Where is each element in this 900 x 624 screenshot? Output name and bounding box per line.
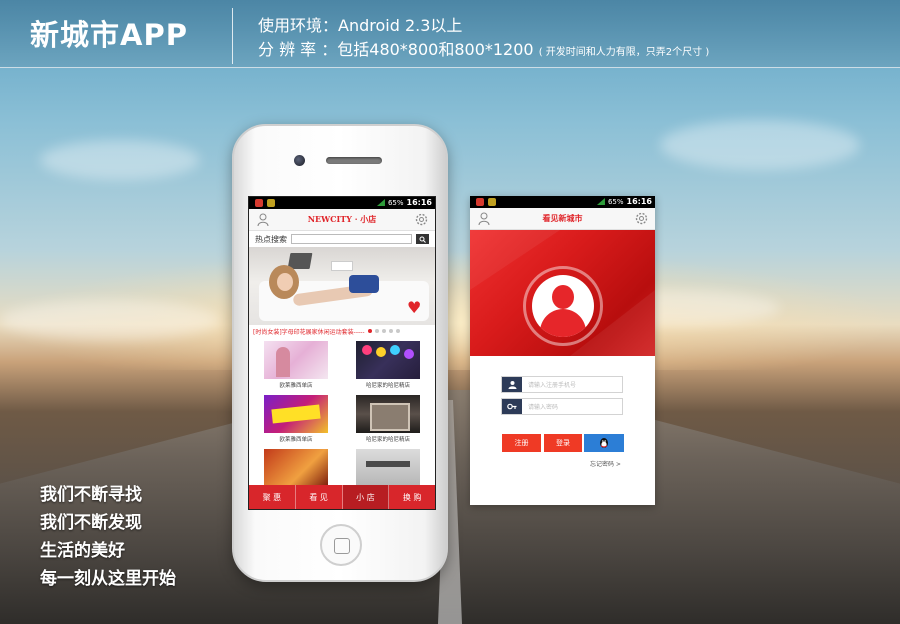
notification-icons: [476, 198, 496, 206]
resolution-note: ( 开发时间和人力有限，只弄2个尺寸 ): [538, 47, 710, 58]
top-banner: 新城市APP 使用环境：Android 2.3以上 分 辨 率 ：包括480*8…: [0, 0, 900, 68]
tab-discover[interactable]: 看 见: [296, 485, 343, 509]
avatar[interactable]: [532, 275, 594, 337]
gear-icon[interactable]: [415, 213, 428, 226]
banner-model-shorts: [349, 275, 379, 293]
cloud: [0, 300, 220, 340]
signal-icon: [376, 199, 385, 206]
user-icon[interactable]: [478, 212, 490, 225]
gear-icon[interactable]: [635, 212, 648, 225]
shop-title: NEWCITY · 小店: [307, 214, 377, 224]
carousel-dot[interactable]: [374, 329, 379, 333]
search-icon: [419, 236, 426, 243]
slogan-line-4: 每一刻从这里开始: [40, 569, 176, 589]
product-card[interactable]: 哈尼家的哈尼精店: [345, 395, 431, 447]
login-hero: [470, 230, 655, 356]
avatar-shoulders: [540, 309, 586, 337]
register-button[interactable]: 注册: [502, 434, 541, 452]
app-title: 新城市APP: [30, 18, 188, 52]
battery-level: 65%: [607, 197, 624, 206]
carousel-dot[interactable]: [388, 329, 393, 333]
cloud: [660, 120, 860, 170]
slogan-line-1: 我们不断寻找: [40, 485, 142, 505]
status-right: 65% 16:16: [376, 198, 432, 207]
slogan-line-2: 我们不断发现: [40, 513, 142, 533]
banner-caption[interactable]: [时尚女装]字母印花展家休闲运动套装-----: [249, 325, 435, 337]
product-card[interactable]: 哈尼家的哈尼精店: [345, 341, 431, 393]
qq-penguin-icon: [600, 438, 608, 448]
status-bar: 65% 16:16: [249, 197, 435, 209]
header-divider: [232, 8, 233, 64]
carousel-dot[interactable]: [367, 329, 372, 333]
tab-shop[interactable]: 小 店: [342, 485, 390, 509]
product-thumbnail: [356, 449, 420, 487]
banner-caption-text: [时尚女装]字母印花展家休闲运动套装-----: [253, 328, 365, 336]
banner-model-face: [277, 273, 293, 291]
search-label: 热点搜索: [255, 234, 287, 244]
status-time: 16:16: [406, 198, 432, 207]
login-screen: 65% 16:16 看见新城市 请输入注册手机号 请输入密码 注册 登录 忘记密…: [470, 196, 655, 505]
earpiece-speaker: [326, 157, 382, 164]
status-right: 65% 16:16: [596, 197, 652, 206]
carousel-dot[interactable]: [395, 329, 400, 333]
battery-level: 65%: [387, 198, 404, 207]
person-icon: [502, 377, 522, 392]
forgot-password-link[interactable]: 忘记密码 >: [590, 459, 621, 468]
shop-header: NEWCITY · 小店: [249, 209, 435, 231]
slogan-line-3: 生活的美好: [40, 541, 125, 561]
product-card[interactable]: 欧莱雅西单店: [253, 341, 339, 393]
product-thumbnail: [264, 395, 328, 433]
notification-icons: [255, 199, 275, 207]
password-field[interactable]: 请输入密码: [501, 398, 623, 415]
search-button[interactable]: [416, 234, 429, 244]
product-name: 欧莱雅西单店: [279, 383, 313, 389]
signal-icon: [596, 198, 605, 205]
tab-deals[interactable]: 聚 惠: [249, 485, 296, 509]
carousel-dots: [367, 329, 400, 333]
qq-login-button[interactable]: [584, 434, 624, 452]
shop-screen: 65% 16:16 NEWCITY · 小店 热点搜索 ♥ [时尚女装]字母印花…: [248, 196, 436, 510]
status-time: 16:16: [626, 197, 652, 206]
iphone-mockup: 65% 16:16 NEWCITY · 小店 热点搜索 ♥ [时尚女装]字母印花…: [232, 124, 448, 582]
resolution-info: 分 辨 率 ：包括480*800和800*1200 ( 开发时间和人力有限，只弄…: [258, 36, 709, 60]
key-icon: [502, 399, 522, 414]
login-title: 看见新城市: [542, 213, 583, 223]
product-grid: 欧莱雅西单店 哈尼家的哈尼精店 欧莱雅西单店 哈尼家的哈尼精店: [249, 337, 435, 501]
login-header: 看见新城市: [470, 208, 655, 230]
bottom-tab-bar: 聚 惠 看 见 小 店 换 购: [249, 485, 435, 509]
search-row: 热点搜索: [249, 231, 435, 247]
product-name: 欧莱雅西单店: [279, 437, 313, 443]
home-button[interactable]: [320, 524, 362, 566]
banner-sign: [331, 261, 353, 271]
status-bar: 65% 16:16: [470, 196, 655, 208]
cloud: [40, 140, 200, 180]
password-input[interactable]: 请输入密码: [522, 399, 622, 414]
promo-banner[interactable]: ♥: [249, 247, 435, 325]
product-thumbnail: [356, 395, 420, 433]
carousel-dot[interactable]: [381, 329, 386, 333]
resolution-label: 分 辨 率 ：包括480*800和800*1200: [258, 40, 534, 59]
product-name: 哈尼家的哈尼精店: [365, 383, 410, 389]
username-field[interactable]: 请输入注册手机号: [501, 376, 623, 393]
search-input[interactable]: [291, 234, 412, 244]
login-button[interactable]: 登录: [544, 434, 582, 452]
user-icon[interactable]: [257, 213, 269, 226]
product-card[interactable]: 欧莱雅西单店: [253, 395, 339, 447]
heart-icon: ♥: [407, 298, 422, 317]
product-thumbnail: [356, 341, 420, 379]
environment-info: 使用环境：Android 2.3以上: [258, 16, 463, 35]
tab-exchange[interactable]: 换 购: [389, 485, 435, 509]
product-thumbnail: [264, 449, 328, 487]
product-name: 哈尼家的哈尼精店: [365, 437, 410, 443]
avatar-head: [552, 285, 574, 309]
username-input[interactable]: 请输入注册手机号: [522, 377, 622, 392]
front-camera: [294, 155, 305, 166]
product-thumbnail: [264, 341, 328, 379]
